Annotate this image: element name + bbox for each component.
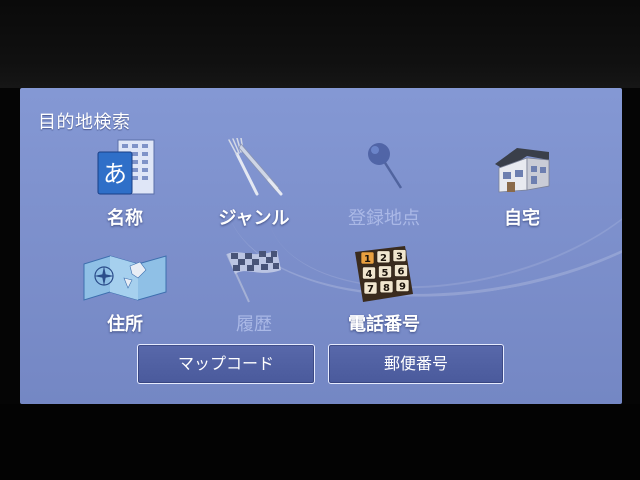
keypad-digit: 8 <box>383 283 390 294</box>
screen-bezel-top <box>0 0 640 88</box>
keypad-key: 7 <box>363 281 378 295</box>
menu-item-label: 登録地点 <box>348 208 420 229</box>
fork-knife-icon <box>228 138 283 196</box>
keypad-key: 9 <box>395 279 410 293</box>
keypad-digit: 2 <box>380 253 387 264</box>
checkered-flag-icon <box>226 250 281 303</box>
menu-item-label: 住所 <box>107 314 143 335</box>
keypad-key: 8 <box>379 280 394 294</box>
mapcode-button[interactable]: マップコード <box>137 344 315 384</box>
screen-title: 目的地検索 <box>38 112 131 133</box>
menu-item-phone-number[interactable]: 123 456 789 電話番号 <box>324 244 444 344</box>
keypad-digit: 6 <box>398 267 405 278</box>
keypad-digit: 5 <box>382 268 389 279</box>
house-icon <box>495 148 550 193</box>
menu-item-registered-point[interactable]: 登録地点 <box>324 138 444 238</box>
keypad-key: 1 <box>360 251 375 265</box>
nav-screen: 目的地検索 あ 名称 ジャンル 登録地点 自宅 住所 履歴 1 2 3 4 5 … <box>20 88 622 404</box>
menu-item-label: 電話番号 <box>348 314 420 335</box>
svg-text:あ: あ <box>103 160 127 188</box>
keypad-key: 2 <box>376 250 391 264</box>
postal-code-button[interactable]: 郵便番号 <box>328 344 504 384</box>
keypad-key: 6 <box>394 264 408 278</box>
keypad-key: 3 <box>392 249 407 263</box>
keypad-key: 5 <box>378 265 392 279</box>
screen-bezel-bottom <box>0 404 640 480</box>
menu-item-history[interactable]: 履歴 <box>194 244 314 344</box>
map-icon <box>83 255 167 301</box>
menu-item-label: ジャンル <box>218 208 290 229</box>
menu-item-label: 自宅 <box>504 208 540 229</box>
keypad-key: 4 <box>362 266 376 280</box>
menu-item-genre[interactable]: ジャンル <box>194 138 314 238</box>
menu-item-home[interactable]: 自宅 <box>462 138 582 238</box>
menu-item-address[interactable]: 住所 <box>65 244 185 344</box>
menu-item-label: 履歴 <box>236 314 272 335</box>
keypad-digit: 7 <box>367 284 374 295</box>
keypad-digit: 9 <box>399 282 406 293</box>
keypad-digit: 3 <box>396 252 403 263</box>
keypad-digit: 1 <box>364 254 371 265</box>
menu-item-name[interactable]: あ 名称 <box>65 138 185 238</box>
menu-item-label: 名称 <box>107 208 143 229</box>
keypad-icon: 1 2 3 4 5 6 7 8 9 <box>355 246 413 302</box>
pushpin-icon <box>368 143 403 189</box>
building-a-icon: あ <box>97 139 155 195</box>
keypad-digit: 4 <box>366 269 373 280</box>
